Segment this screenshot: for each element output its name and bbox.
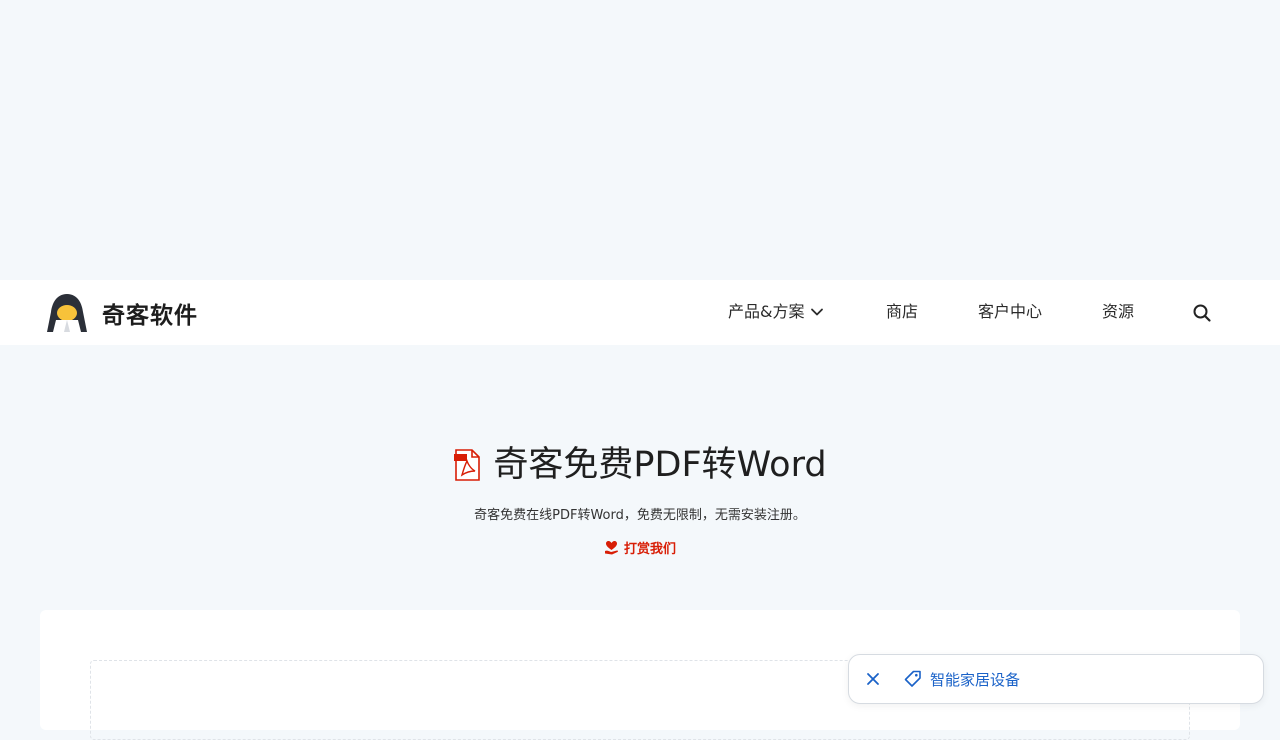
nav-products-solutions[interactable]: 产品&方案 bbox=[728, 302, 824, 322]
hero-section: 奇客免费PDF转Word 奇客免费在线PDF转Word，免费无限制，无需安装注册… bbox=[0, 345, 1280, 610]
chevron-down-icon bbox=[811, 308, 824, 316]
floating-tag-bar: 智能家居设备 bbox=[848, 654, 1264, 704]
hero-title-row: 奇客免费PDF转Word bbox=[0, 443, 1280, 487]
close-icon bbox=[867, 673, 879, 685]
nav-store-label: 商店 bbox=[886, 302, 919, 321]
hacker-avatar-icon bbox=[47, 294, 87, 332]
donate-row: 打赏我们 bbox=[0, 538, 1280, 557]
brand-name: 奇客软件 bbox=[102, 303, 198, 329]
nav-resources-label: 资源 bbox=[1102, 302, 1135, 321]
top-navbar: 奇客软件 产品&方案 商店 客户中心 资源 bbox=[0, 280, 1280, 345]
nav-resources[interactable]: 资源 bbox=[1102, 302, 1134, 322]
donate-link[interactable]: 打赏我们 bbox=[604, 538, 676, 557]
search-icon[interactable] bbox=[1192, 303, 1212, 323]
nav-customer-center-label: 客户中心 bbox=[978, 302, 1043, 321]
pdf-file-icon bbox=[454, 449, 481, 481]
donate-label: 打赏我们 bbox=[623, 542, 676, 557]
nav-products-label: 产品&方案 bbox=[728, 302, 805, 321]
tag-icon bbox=[904, 670, 921, 687]
page-subtitle: 奇客免费在线PDF转Word，免费无限制，无需安装注册。 bbox=[474, 508, 806, 523]
close-button[interactable] bbox=[862, 668, 884, 690]
tag-link[interactable]: 智能家居设备 bbox=[930, 669, 1020, 690]
top-banner-area bbox=[0, 0, 1280, 280]
nav-store[interactable]: 商店 bbox=[886, 302, 918, 322]
page-title: 奇客免费PDF转Word bbox=[493, 445, 827, 485]
nav-customer-center[interactable]: 客户中心 bbox=[978, 302, 1042, 322]
brand-home-link[interactable]: 奇客软件 bbox=[44, 292, 198, 334]
hand-heart-icon bbox=[604, 541, 618, 555]
